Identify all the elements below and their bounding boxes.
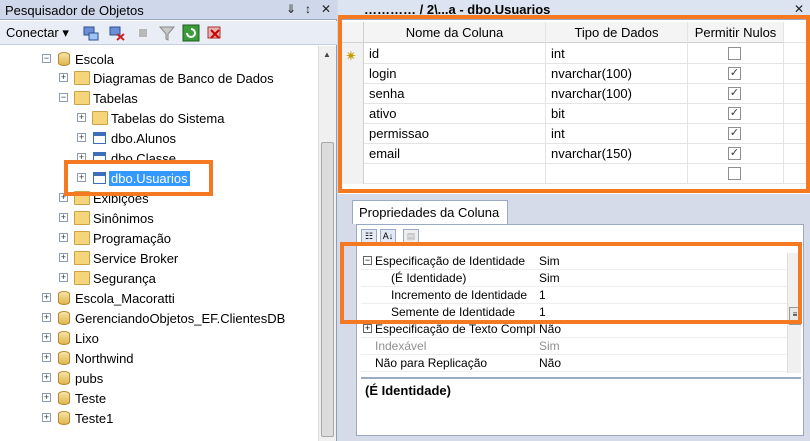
- filter-icon[interactable]: [158, 24, 176, 42]
- close-icon[interactable]: ✕: [319, 2, 333, 17]
- folder-icon: [74, 71, 90, 85]
- tree-node-label: Teste1: [75, 411, 114, 426]
- database-icon: [58, 291, 70, 305]
- object-tree: − Escola + Diagramas de Banco de Dados −…: [0, 46, 318, 441]
- tree-node-label: Northwind: [75, 351, 134, 366]
- expand-icon[interactable]: +: [42, 353, 51, 362]
- tree-node-label: pubs: [75, 371, 104, 386]
- tree-node-label: Programação: [93, 231, 172, 246]
- tree-node-label: dbo.Alunos: [111, 131, 177, 146]
- object-explorer-titlebar: Pesquisador de Objetos ⇓ ↕ ✕: [0, 0, 337, 20]
- database-icon: [58, 331, 70, 345]
- connect-icon[interactable]: [82, 24, 100, 42]
- database-icon: [58, 311, 70, 325]
- expand-icon[interactable]: +: [42, 413, 51, 422]
- stop-icon[interactable]: [134, 24, 152, 42]
- scroll-up-icon[interactable]: ▲: [323, 50, 331, 59]
- expand-icon[interactable]: +: [59, 273, 68, 282]
- window-position-icon[interactable]: ⇓: [284, 2, 298, 17]
- expand-icon[interactable]: +: [363, 324, 372, 333]
- disconnect-icon[interactable]: [108, 24, 126, 42]
- property-name: Indexável: [375, 339, 427, 353]
- tree-node-label: Escola: [75, 52, 115, 67]
- database-icon: [58, 391, 70, 405]
- object-explorer-panel: Pesquisador de Objetos ⇓ ↕ ✕ Conectar ▾ …: [0, 0, 337, 441]
- property-description: (É Identidade): [361, 377, 801, 431]
- remove-icon[interactable]: [206, 24, 224, 42]
- scrollbar-thumb[interactable]: [321, 142, 334, 437]
- tree-node-label: Lixo: [75, 331, 99, 346]
- object-explorer-toolbar: Conectar ▾: [0, 21, 337, 45]
- property-value[interactable]: Não: [539, 322, 561, 336]
- expand-icon[interactable]: +: [59, 213, 68, 222]
- tree-node-label: Service Broker: [93, 251, 179, 266]
- tree-node-label: Segurança: [93, 271, 156, 286]
- database-icon: [58, 411, 70, 425]
- folder-icon: [74, 211, 90, 225]
- expand-icon[interactable]: +: [59, 73, 68, 82]
- expand-icon[interactable]: +: [77, 113, 86, 122]
- folder-icon: [74, 251, 90, 265]
- tree-node-label: Sinônimos: [93, 211, 154, 226]
- tree-node-label: Diagramas de Banco de Dados: [93, 71, 274, 86]
- expand-icon[interactable]: +: [59, 233, 68, 242]
- tree-scrollbar[interactable]: ▲: [318, 46, 336, 441]
- highlight-box-selected-table: [64, 160, 213, 196]
- expand-icon[interactable]: +: [77, 133, 86, 142]
- database-icon: [58, 351, 70, 365]
- tree-node-label: Escola_Macoratti: [75, 291, 175, 306]
- refresh-icon[interactable]: [182, 24, 200, 42]
- highlight-box-identity-properties: [340, 242, 802, 324]
- tree-node-label: Tabelas: [93, 91, 138, 106]
- folder-icon: [74, 91, 90, 105]
- folder-icon: [74, 231, 90, 245]
- tab-column-properties[interactable]: Propriedades da Coluna: [352, 200, 508, 224]
- tree-node-label: Tabelas do Sistema: [111, 111, 225, 126]
- tree-node-label: GerenciandoObjetos_EF.ClientesDB: [75, 311, 286, 326]
- property-value[interactable]: Sim: [539, 339, 560, 353]
- object-explorer-title: Pesquisador de Objetos: [5, 3, 144, 18]
- folder-icon: [74, 271, 90, 285]
- connect-button[interactable]: Conectar ▾: [6, 25, 69, 41]
- property-row[interactable]: Indexável Sim: [361, 338, 787, 355]
- autohide-pin-icon[interactable]: ↕: [301, 2, 315, 17]
- expand-icon[interactable]: +: [42, 373, 51, 382]
- property-name: Especificação de Texto Completo: [375, 322, 535, 336]
- expand-icon[interactable]: +: [59, 253, 68, 262]
- property-value[interactable]: Não: [539, 356, 561, 370]
- property-row[interactable]: Não para Replicação Não: [361, 355, 787, 372]
- expand-icon[interactable]: +: [42, 293, 51, 302]
- expand-icon[interactable]: +: [42, 333, 51, 342]
- database-icon: [58, 52, 70, 66]
- table-designer-panel: ………… / 2\...a - dbo.Usuarios ✕ Nome da C…: [338, 0, 810, 441]
- database-icon: [58, 371, 70, 385]
- tree-node-label: Teste: [75, 391, 107, 406]
- collapse-icon[interactable]: −: [42, 54, 51, 63]
- folder-icon: [92, 111, 108, 125]
- highlight-box-columns-grid: [338, 15, 810, 193]
- table-icon: [93, 132, 106, 144]
- property-name: Não para Replicação: [375, 356, 488, 370]
- expand-icon[interactable]: +: [42, 393, 51, 402]
- collapse-icon[interactable]: −: [59, 93, 68, 102]
- expand-icon[interactable]: +: [42, 313, 51, 322]
